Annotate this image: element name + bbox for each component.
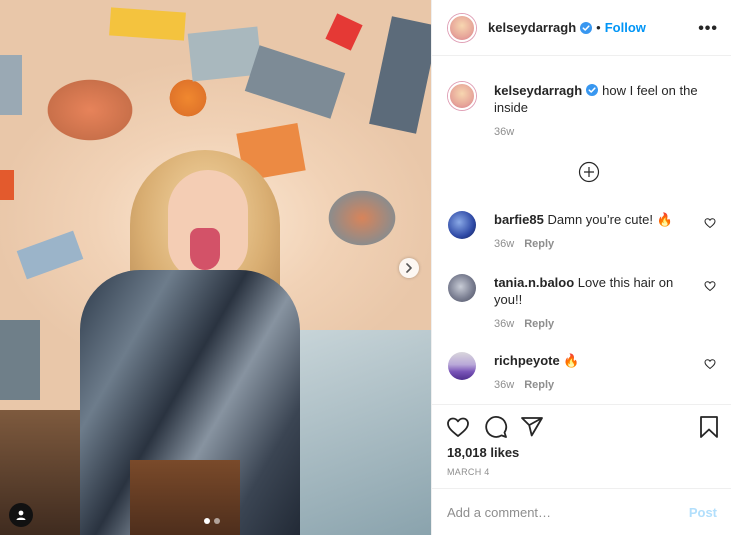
commenter-avatar[interactable] xyxy=(448,274,476,302)
load-more-comments-button[interactable] xyxy=(578,161,600,183)
carousel-dot-active xyxy=(204,518,210,524)
photo-decor xyxy=(0,55,22,115)
comment-username[interactable]: tania.n.baloo xyxy=(494,275,574,290)
post-comment-button[interactable]: Post xyxy=(689,505,717,520)
caption-row: kelseydarragh how I feel on the inside 36… xyxy=(448,82,718,138)
comment-body: richpeyote 🔥 36w Reply xyxy=(494,352,700,391)
action-bar: 18,018 likes MARCH 4 xyxy=(432,404,731,486)
post-photo[interactable] xyxy=(0,0,431,535)
comment-username[interactable]: barfie85 xyxy=(494,212,544,227)
bookmark-icon[interactable] xyxy=(698,415,720,439)
photo-subject-mouth xyxy=(190,228,220,270)
carousel-indicator xyxy=(204,518,220,524)
author-username[interactable]: kelseydarragh xyxy=(488,20,576,35)
more-options-icon[interactable]: ••• xyxy=(698,20,718,38)
author-avatar[interactable] xyxy=(448,82,476,110)
comment-text: richpeyote 🔥 xyxy=(494,352,700,369)
photo-decor xyxy=(369,16,431,134)
next-slide-button[interactable] xyxy=(399,258,419,278)
commenter-avatar[interactable] xyxy=(448,352,476,380)
heart-icon[interactable] xyxy=(446,415,470,439)
likes-count[interactable]: 18,018 likes xyxy=(447,445,519,460)
comment-text: barfie85 Damn you’re cute! 🔥 xyxy=(494,211,700,228)
comment-meta: 36w Reply xyxy=(494,379,700,391)
caption-body: kelseydarragh how I feel on the inside 36… xyxy=(494,82,700,138)
caption-username[interactable]: kelseydarragh xyxy=(494,83,582,98)
comment-body: tania.n.baloo Love this hair on you!! 36… xyxy=(494,274,700,330)
verified-badge-icon xyxy=(586,84,599,96)
comment-content: Damn you’re cute! 🔥 xyxy=(547,212,673,227)
share-icon[interactable] xyxy=(520,415,544,439)
photo-decor xyxy=(300,330,431,535)
comments-list: kelseydarragh how I feel on the inside 36… xyxy=(432,57,731,403)
caption-timestamp[interactable]: 36w xyxy=(494,126,514,138)
add-comment-bar: Post xyxy=(432,488,731,535)
photo-subject-jeans xyxy=(130,460,240,535)
carousel-dot xyxy=(214,518,220,524)
comment-icon[interactable] xyxy=(484,415,508,439)
separator-dot: • xyxy=(596,20,601,35)
comment-content: 🔥 xyxy=(563,353,580,368)
follow-button[interactable]: Follow xyxy=(605,20,646,35)
photo-decor xyxy=(109,7,186,41)
reply-button[interactable]: Reply xyxy=(524,238,554,250)
reply-button[interactable]: Reply xyxy=(524,318,554,330)
caption-text: kelseydarragh how I feel on the inside xyxy=(494,82,700,116)
caption-meta: 36w xyxy=(494,126,700,138)
reply-button[interactable]: Reply xyxy=(524,379,554,391)
comment-input[interactable] xyxy=(447,504,689,520)
photo-decor xyxy=(244,45,346,119)
photo-decor xyxy=(0,170,14,200)
load-more-comments-icon xyxy=(578,161,600,183)
comment-timestamp[interactable]: 36w xyxy=(494,318,514,330)
user-tag-icon xyxy=(16,510,26,520)
heart-icon[interactable] xyxy=(704,217,716,229)
verified-badge-icon xyxy=(580,21,593,34)
heart-icon[interactable] xyxy=(704,280,716,292)
comment-body: barfie85 Damn you’re cute! 🔥 36w Reply xyxy=(494,211,700,250)
comment-row: tania.n.baloo Love this hair on you!! 36… xyxy=(448,274,718,330)
comment-meta: 36w Reply xyxy=(494,318,700,330)
comment-username[interactable]: richpeyote xyxy=(494,353,560,368)
comment-text: tania.n.baloo Love this hair on you!! xyxy=(494,274,700,308)
photo-decor xyxy=(0,320,40,400)
photo-decor xyxy=(325,13,363,51)
comment-timestamp[interactable]: 36w xyxy=(494,379,514,391)
comment-meta: 36w Reply xyxy=(494,238,700,250)
heart-icon[interactable] xyxy=(704,358,716,370)
author-avatar[interactable] xyxy=(448,13,476,42)
post-header: kelseydarragh • Follow ••• xyxy=(432,0,731,56)
commenter-avatar[interactable] xyxy=(448,211,476,239)
comment-row: richpeyote 🔥 36w Reply xyxy=(448,352,718,391)
chevron-right-icon xyxy=(406,263,412,273)
tagged-users-button[interactable] xyxy=(9,503,33,527)
post-sidebar: kelseydarragh • Follow ••• kelseydarragh… xyxy=(431,0,731,535)
photo-decor xyxy=(16,230,84,280)
post-date[interactable]: MARCH 4 xyxy=(447,467,490,477)
comment-row: barfie85 Damn you’re cute! 🔥 36w Reply xyxy=(448,211,718,250)
comment-timestamp[interactable]: 36w xyxy=(494,238,514,250)
